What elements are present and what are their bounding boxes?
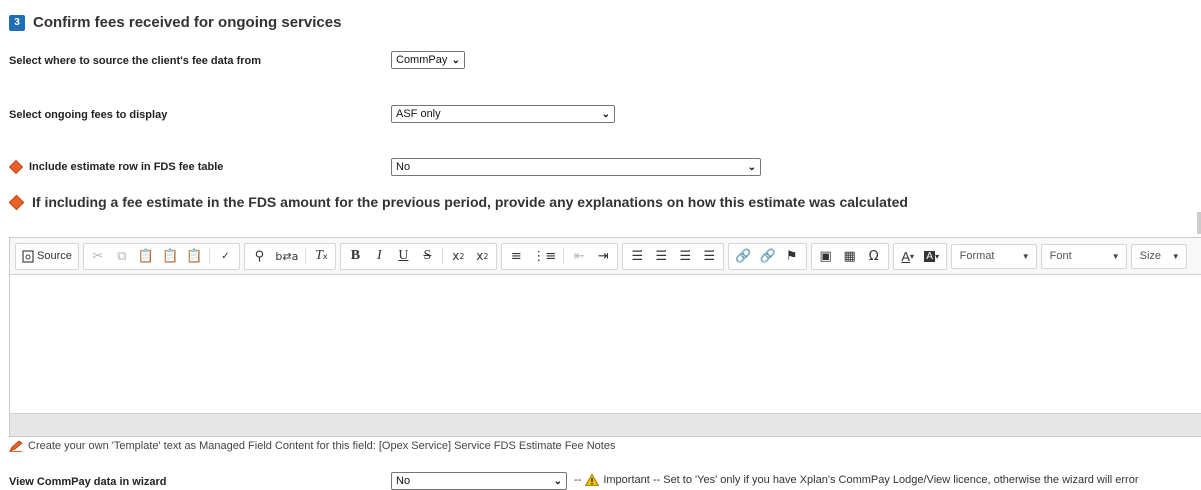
toolbar-group-links: 🔗 🔗 ⚑ bbox=[728, 242, 807, 270]
caret-down-icon: ▼ bbox=[1021, 251, 1030, 261]
unlink-icon[interactable]: 🔗 bbox=[756, 245, 778, 268]
bulleted-list-icon[interactable]: ⋮≡ bbox=[529, 245, 559, 268]
warning-icon bbox=[585, 474, 600, 486]
find-icon[interactable]: ⚲ bbox=[248, 245, 270, 268]
toolbar-group-source: Source bbox=[15, 242, 79, 270]
spellcheck-icon[interactable]: ✓ bbox=[214, 245, 236, 268]
format-combo[interactable]: Format ▼ bbox=[950, 243, 1037, 269]
special-char-icon[interactable]: Ω bbox=[863, 245, 885, 268]
size-combo[interactable]: Size ▼ bbox=[1130, 243, 1187, 269]
source-button[interactable]: Source bbox=[19, 245, 75, 268]
chevron-down-icon: ⌄ bbox=[747, 161, 756, 173]
link-icon[interactable]: 🔗 bbox=[732, 245, 754, 268]
align-center-icon[interactable]: ☰ bbox=[650, 245, 672, 268]
chevron-down-icon: ⌄ bbox=[553, 475, 562, 487]
numbered-list-icon[interactable]: ≡ bbox=[505, 245, 527, 268]
table-icon[interactable]: ▦ bbox=[839, 245, 861, 268]
estimate-row-label: Include estimate row in FDS fee table bbox=[8, 159, 223, 175]
cut-icon[interactable]: ✂ bbox=[87, 245, 109, 268]
source-label: Select where to source the client's fee … bbox=[9, 55, 262, 67]
paste-text-icon[interactable]: 📋 bbox=[159, 245, 181, 268]
strike-icon[interactable]: S bbox=[416, 245, 438, 268]
toolbar-group-insert: ▣ ▦ Ω bbox=[810, 242, 889, 270]
align-left-icon[interactable]: ☰ bbox=[626, 245, 648, 268]
chevron-down-icon: ⌄ bbox=[451, 54, 460, 66]
commpay-warning: -- Important -- Set to 'Yes' only if you… bbox=[574, 474, 1139, 486]
toolbar-separator bbox=[442, 248, 444, 264]
toolbar-separator bbox=[563, 248, 565, 264]
align-right-icon[interactable]: ☰ bbox=[674, 245, 696, 268]
toolbar-group-find: ⚲ b⇄a Tx bbox=[244, 242, 337, 270]
chevron-down-icon: ⌄ bbox=[601, 108, 610, 120]
paste-icon[interactable]: 📋 bbox=[135, 245, 157, 268]
paste-word-icon[interactable]: 📋 bbox=[183, 245, 205, 268]
underline-icon[interactable]: U bbox=[392, 245, 414, 268]
editor-toolbar: Source ✂ ⧉ 📋 📋 📋 ✓ ⚲ b⇄a Tx B I U S x2 x… bbox=[10, 238, 1201, 275]
replace-icon[interactable]: b⇄a bbox=[272, 245, 301, 268]
required-diamond-icon bbox=[8, 194, 25, 210]
estimate-row-select[interactable]: No ⌄ bbox=[391, 158, 761, 176]
toolbar-group-lists: ≡ ⋮≡ ⇤ ⇥ bbox=[501, 242, 619, 270]
superscript-icon[interactable]: x2 bbox=[471, 245, 493, 268]
caret-down-icon: ▼ bbox=[1171, 251, 1180, 261]
section-title: Confirm fees received for ongoing servic… bbox=[33, 14, 342, 31]
toolbar-group-clipboard: ✂ ⧉ 📋 📋 📋 ✓ bbox=[82, 242, 241, 270]
font-combo[interactable]: Font ▼ bbox=[1040, 243, 1127, 269]
section-header: 3 Confirm fees received for ongoing serv… bbox=[9, 14, 341, 31]
italic-icon[interactable]: I bbox=[368, 245, 390, 268]
source-select[interactable]: CommPay ⌄ bbox=[391, 51, 465, 69]
bg-color-icon[interactable]: A ▾ bbox=[921, 245, 943, 268]
managed-content-note[interactable]: Create your own 'Template' text as Manag… bbox=[9, 440, 615, 452]
subscript-icon[interactable]: x2 bbox=[447, 245, 469, 268]
toolbar-group-basic: B I U S x2 x2 bbox=[340, 242, 498, 270]
image-icon[interactable]: ▣ bbox=[815, 245, 837, 268]
view-commpay-select[interactable]: No ⌄ bbox=[391, 472, 567, 490]
toolbar-group-align: ☰ ☰ ☰ ☰ bbox=[622, 242, 725, 270]
copy-icon[interactable]: ⧉ bbox=[111, 245, 133, 268]
estimate-explanation-question: If including a fee estimate in the FDS a… bbox=[8, 194, 908, 210]
text-color-icon[interactable]: A ▾ bbox=[897, 245, 919, 268]
rich-text-editor[interactable]: Source ✂ ⧉ 📋 📋 📋 ✓ ⚲ b⇄a Tx B I U S x2 x… bbox=[9, 237, 1201, 437]
toolbar-separator bbox=[305, 248, 307, 264]
step-badge: 3 bbox=[9, 14, 25, 31]
remove-format-icon[interactable]: Tx bbox=[310, 245, 332, 268]
indent-icon[interactable]: ⇥ bbox=[592, 245, 614, 268]
outdent-icon[interactable]: ⇤ bbox=[568, 245, 590, 268]
justify-icon[interactable]: ☰ bbox=[698, 245, 720, 268]
scrollbar[interactable] bbox=[1197, 212, 1201, 234]
editor-content-area[interactable] bbox=[10, 275, 1201, 413]
pencil-icon bbox=[9, 440, 23, 452]
editor-status-bar bbox=[10, 413, 1201, 436]
caret-down-icon: ▼ bbox=[1111, 251, 1120, 261]
bold-icon[interactable]: B bbox=[344, 245, 366, 268]
required-diamond-icon bbox=[8, 159, 24, 175]
anchor-icon[interactable]: ⚑ bbox=[781, 245, 803, 268]
view-commpay-label: View CommPay data in wizard bbox=[9, 476, 167, 488]
ongoing-fees-label: Select ongoing fees to display bbox=[9, 109, 168, 121]
toolbar-group-colors: A ▾ A ▾ bbox=[892, 242, 947, 270]
ongoing-fees-select[interactable]: ASF only ⌄ bbox=[391, 105, 615, 123]
toolbar-separator bbox=[209, 248, 211, 264]
source-icon bbox=[22, 249, 34, 263]
